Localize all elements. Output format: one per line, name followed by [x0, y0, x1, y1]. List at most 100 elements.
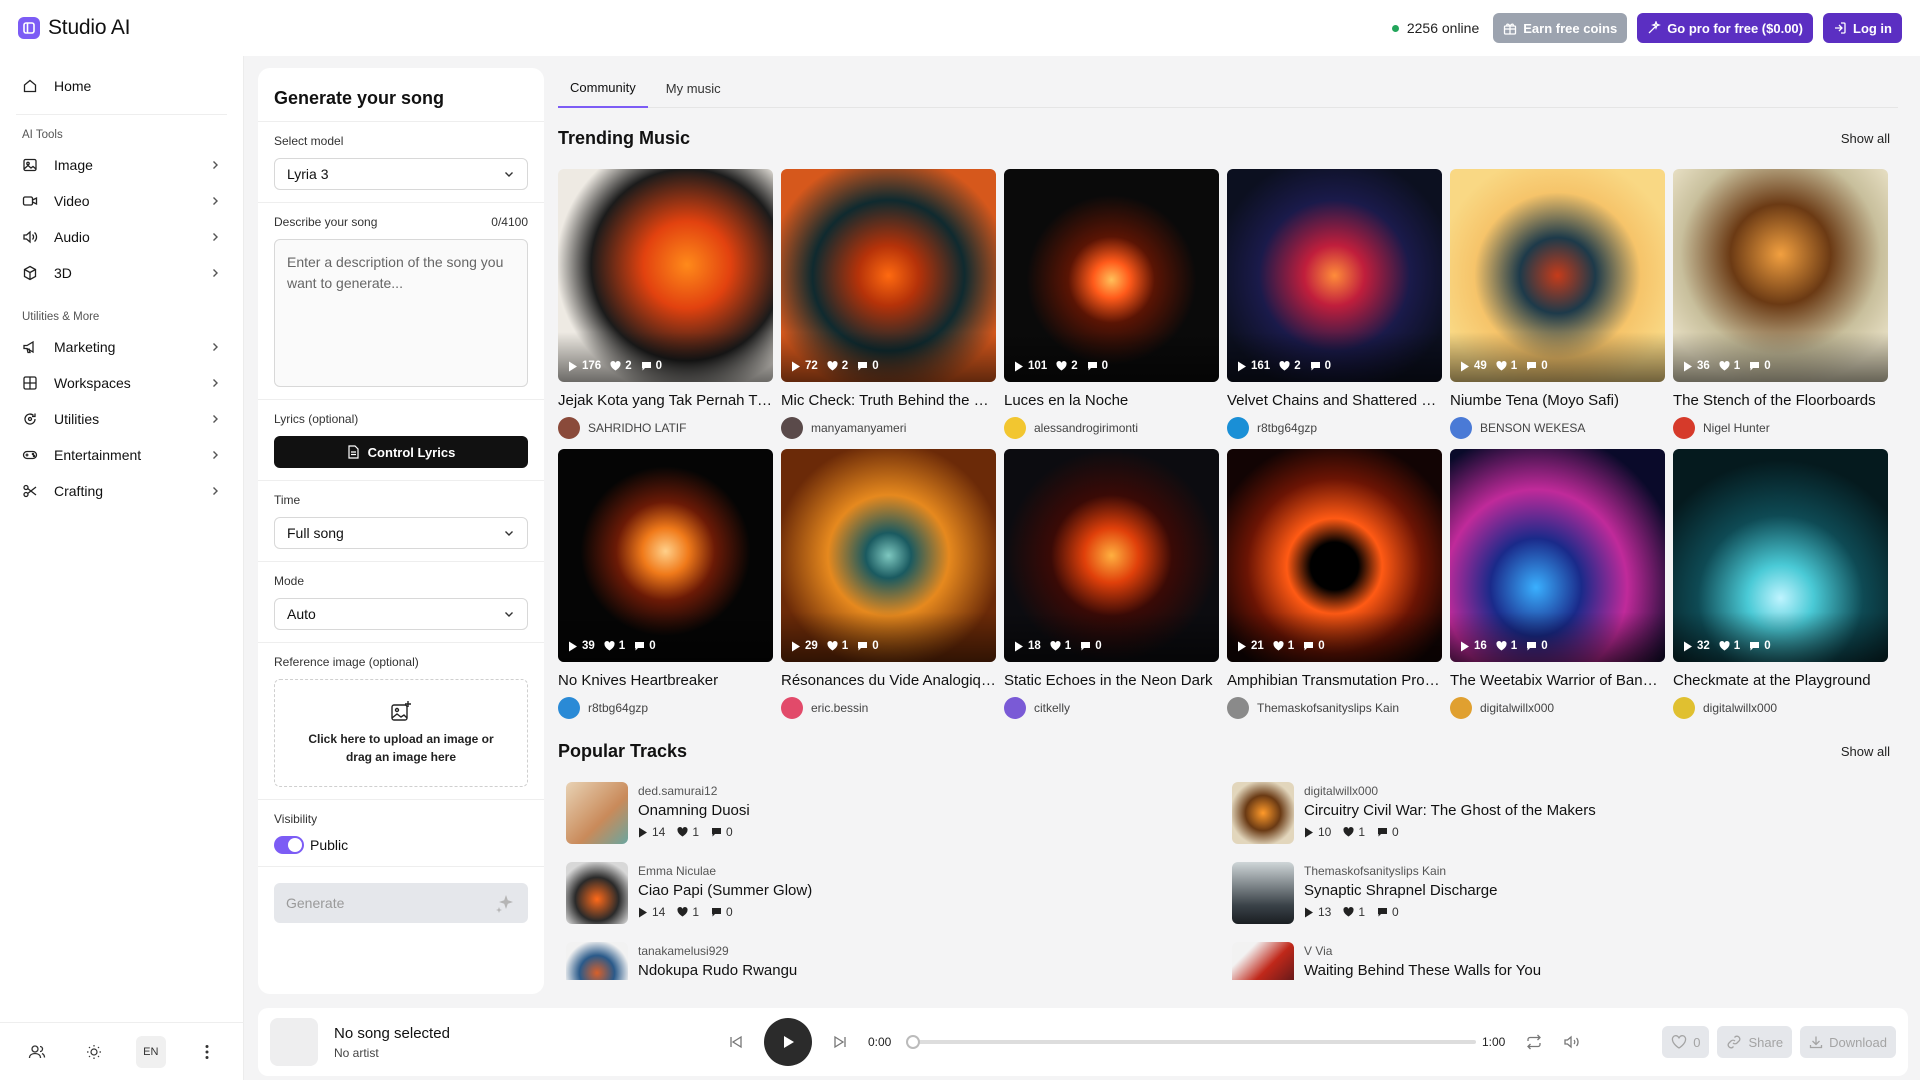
trending-show-all-link[interactable]: Show all: [1841, 131, 1890, 146]
popular-track-row[interactable]: ded.samurai12 Onamning Duosi 14 1 0: [558, 782, 1224, 850]
popular-show-all-link[interactable]: Show all: [1841, 744, 1890, 759]
track-author[interactable]: r8tbg64gzp: [558, 697, 773, 719]
track-artwork[interactable]: 39 1 0: [558, 449, 773, 662]
download-button[interactable]: Download: [1800, 1026, 1896, 1058]
track-card[interactable]: 39 1 0 No Knives Heartbreaker r8tbg64gzp: [558, 449, 773, 719]
tab-my-music[interactable]: My music: [654, 68, 733, 108]
track-author[interactable]: BENSON WEKESA: [1450, 417, 1665, 439]
more-button[interactable]: [191, 1036, 223, 1068]
track-artist[interactable]: V Via: [1304, 944, 1541, 958]
track-author[interactable]: SAHRIDHO LATIF: [558, 417, 773, 439]
track-card[interactable]: 29 1 0 Résonances du Vide Analogique eri…: [781, 449, 996, 719]
track-author[interactable]: digitalwillx000: [1450, 697, 1665, 719]
users-button[interactable]: [21, 1036, 53, 1068]
track-title[interactable]: Ciao Papi (Summer Glow): [638, 882, 812, 899]
track-author[interactable]: manyamanyameri: [781, 417, 996, 439]
control-lyrics-button[interactable]: Control Lyrics: [274, 436, 528, 468]
track-artwork[interactable]: [1232, 942, 1294, 980]
track-artist[interactable]: ded.samurai12: [638, 784, 750, 798]
track-artist[interactable]: Emma Niculae: [638, 864, 812, 878]
sidebar-item-crafting[interactable]: Crafting: [0, 473, 243, 509]
theme-toggle-button[interactable]: [78, 1036, 110, 1068]
track-artist[interactable]: Themaskofsanityslips Kain: [1304, 864, 1497, 878]
track-title[interactable]: The Stench of the Floorboards: [1673, 392, 1888, 409]
popular-track-row[interactable]: tanakamelusi929 Ndokupa Rudo Rwangu: [558, 942, 1224, 980]
track-title[interactable]: Jejak Kota yang Tak Pernah Tidur: [558, 392, 773, 409]
track-artwork[interactable]: 21 1 0: [1227, 449, 1442, 662]
describe-textarea[interactable]: Enter a description of the song you want…: [274, 239, 528, 387]
volume-icon[interactable]: [1563, 1034, 1581, 1050]
model-select[interactable]: Lyria 3: [274, 158, 528, 190]
visibility-toggle[interactable]: [274, 836, 304, 854]
track-artwork[interactable]: 29 1 0: [781, 449, 996, 662]
track-title[interactable]: Checkmate at the Playground: [1673, 672, 1888, 689]
sidebar-item-video[interactable]: Video: [0, 183, 243, 219]
track-title[interactable]: Waiting Behind These Walls for You: [1304, 962, 1541, 979]
track-artwork[interactable]: [1232, 782, 1294, 844]
track-card[interactable]: 161 2 0 Velvet Chains and Shattered Glas…: [1227, 169, 1442, 439]
sidebar-item-home[interactable]: Home: [0, 68, 243, 104]
track-card[interactable]: 72 2 0 Mic Check: Truth Behind the Rhyme…: [781, 169, 996, 439]
progress-slider[interactable]: [906, 1035, 1476, 1049]
track-artwork[interactable]: [1232, 862, 1294, 924]
track-title[interactable]: Amphibian Transmutation Protocol: [1227, 672, 1442, 689]
popular-track-row[interactable]: Emma Niculae Ciao Papi (Summer Glow) 14 …: [558, 862, 1224, 930]
share-button[interactable]: Share: [1717, 1026, 1793, 1058]
track-artwork[interactable]: 49 1 0: [1450, 169, 1665, 382]
track-card[interactable]: 21 1 0 Amphibian Transmutation Protocol …: [1227, 449, 1442, 719]
track-title[interactable]: No Knives Heartbreaker: [558, 672, 773, 689]
sidebar-item-utilities[interactable]: Utilities: [0, 401, 243, 437]
track-author[interactable]: r8tbg64gzp: [1227, 417, 1442, 439]
track-title[interactable]: Static Echoes in the Neon Dark: [1004, 672, 1219, 689]
language-button[interactable]: EN: [135, 1035, 166, 1068]
progress-knob[interactable]: [906, 1035, 920, 1049]
track-artwork[interactable]: 32 1 0: [1673, 449, 1888, 662]
track-author[interactable]: eric.bessin: [781, 697, 996, 719]
track-author[interactable]: alessandrogirimonti: [1004, 417, 1219, 439]
like-button[interactable]: 0: [1662, 1026, 1710, 1058]
tab-community[interactable]: Community: [558, 68, 648, 108]
track-card[interactable]: 32 1 0 Checkmate at the Playground digit…: [1673, 449, 1888, 719]
track-artwork[interactable]: 176 2 0: [558, 169, 773, 382]
track-card[interactable]: 36 1 0 The Stench of the Floorboards Nig…: [1673, 169, 1888, 439]
track-artwork[interactable]: 101 2 0: [1004, 169, 1219, 382]
track-artwork[interactable]: 16 1 0: [1450, 449, 1665, 662]
track-title[interactable]: Luces en la Noche: [1004, 392, 1219, 409]
sidebar-item-3d[interactable]: 3D: [0, 255, 243, 291]
track-card[interactable]: 16 1 0 The Weetabix Warrior of Banbury d…: [1450, 449, 1665, 719]
track-card[interactable]: 176 2 0 Jejak Kota yang Tak Pernah Tidur…: [558, 169, 773, 439]
track-title[interactable]: Niumbe Tena (Moyo Safi): [1450, 392, 1665, 409]
popular-track-row[interactable]: V Via Waiting Behind These Walls for You: [1224, 942, 1890, 980]
track-artwork[interactable]: [566, 862, 628, 924]
popular-track-row[interactable]: digitalwillx000 Circuitry Civil War: The…: [1224, 782, 1890, 850]
track-title[interactable]: The Weetabix Warrior of Banbury: [1450, 672, 1665, 689]
earn-coins-button[interactable]: Earn free coins: [1493, 13, 1628, 43]
track-artwork[interactable]: 18 1 0: [1004, 449, 1219, 662]
track-title[interactable]: Onamning Duosi: [638, 802, 750, 819]
sidebar-item-audio[interactable]: Audio: [0, 219, 243, 255]
track-author[interactable]: digitalwillx000: [1673, 697, 1888, 719]
time-select[interactable]: Full song: [274, 517, 528, 549]
go-pro-button[interactable]: Go pro for free ($0.00): [1637, 13, 1813, 43]
track-author[interactable]: Themaskofsanityslips Kain: [1227, 697, 1442, 719]
play-button[interactable]: [764, 1018, 812, 1066]
track-artwork[interactable]: 161 2 0: [1227, 169, 1442, 382]
sidebar-item-entertainment[interactable]: Entertainment: [0, 437, 243, 473]
track-author[interactable]: Nigel Hunter: [1673, 417, 1888, 439]
track-title[interactable]: Ndokupa Rudo Rwangu: [638, 962, 797, 979]
image-upload-dropzone[interactable]: Click here to upload an image or drag an…: [274, 679, 528, 787]
previous-track-icon[interactable]: [728, 1034, 744, 1050]
sidebar-item-workspaces[interactable]: Workspaces: [0, 365, 243, 401]
track-artist[interactable]: tanakamelusi929: [638, 944, 797, 958]
track-card[interactable]: 101 2 0 Luces en la Noche alessandrogiri…: [1004, 169, 1219, 439]
sidebar-item-image[interactable]: Image: [0, 147, 243, 183]
track-card[interactable]: 49 1 0 Niumbe Tena (Moyo Safi) BENSON WE…: [1450, 169, 1665, 439]
track-title[interactable]: Circuitry Civil War: The Ghost of the Ma…: [1304, 802, 1596, 819]
sidebar-item-marketing[interactable]: Marketing: [0, 329, 243, 365]
track-title[interactable]: Mic Check: Truth Behind the Rhyme: [781, 392, 996, 409]
track-artwork[interactable]: [566, 782, 628, 844]
repeat-icon[interactable]: [1525, 1034, 1543, 1050]
mode-select[interactable]: Auto: [274, 598, 528, 630]
generate-button[interactable]: Generate: [274, 883, 528, 923]
track-artwork[interactable]: [566, 942, 628, 980]
